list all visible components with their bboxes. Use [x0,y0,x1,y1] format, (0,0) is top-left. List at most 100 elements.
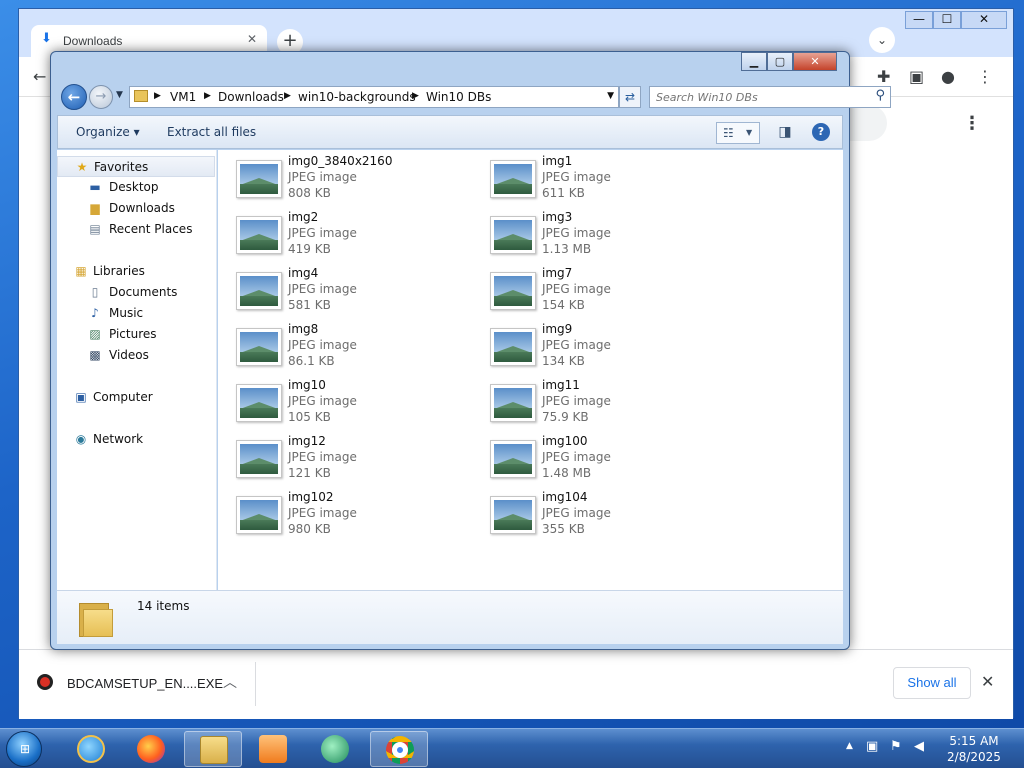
chrome-minimize-button[interactable]: — [905,11,933,29]
taskbar-windows-explorer[interactable] [184,731,242,767]
address-dropdown-icon[interactable]: ▼ [607,91,614,101]
taskbar-internet-explorer[interactable] [62,731,120,767]
extract-all-files-button[interactable]: Extract all files [167,125,256,139]
start-button[interactable]: ⊞ [6,731,42,767]
file-item[interactable]: img9 JPEG image 134 KB [490,322,740,374]
breadcrumb-arrow-icon[interactable]: ▶ [284,91,291,101]
file-item[interactable]: img1 JPEG image 611 KB [490,154,740,206]
file-size: 808 KB [288,186,331,200]
breadcrumb-downloads[interactable]: Downloads [218,90,284,104]
profile-avatar-icon[interactable]: ● [941,67,955,86]
downloads-menu-icon[interactable]: ⋮ [963,113,981,134]
nav-documents[interactable]: ▯ Documents [57,282,215,303]
file-item[interactable]: img8 JPEG image 86.1 KB [236,322,486,374]
breadcrumb-win10-dbs[interactable]: Win10 DBs [426,90,491,104]
breadcrumb-arrow-icon[interactable]: ▶ [204,91,211,101]
recent-places-icon: ▤ [89,222,101,236]
folder-icon [79,599,113,637]
file-name: img8 [288,322,319,336]
file-item[interactable]: img4 JPEG image 581 KB [236,266,486,318]
nav-pictures-label: Pictures [109,327,157,341]
back-arrow-icon[interactable]: ← [33,67,46,86]
refresh-button[interactable]: ⇄ [619,86,641,108]
explorer-minimize-button[interactable]: ▁ [741,52,767,71]
breadcrumb-win10-backgrounds[interactable]: win10-backgrounds [298,90,416,104]
organize-menu[interactable]: Organize ▾ [76,125,140,139]
item-count: 14 items [137,599,190,613]
change-view-button[interactable]: ☷ ▼ [716,122,760,144]
recent-pages-dropdown[interactable]: ▼ [116,90,123,100]
show-all-button[interactable]: Show all [893,667,971,699]
file-type: JPEG image [288,450,357,464]
file-item[interactable]: img11 JPEG image 75.9 KB [490,378,740,430]
help-button[interactable]: ? [812,123,830,141]
explorer-maximize-button[interactable]: ▢ [767,52,793,71]
file-size: 121 KB [288,466,331,480]
explorer-close-button[interactable]: ✕ [793,52,837,71]
breadcrumb-vm1[interactable]: VM1 [170,90,196,104]
nav-desktop[interactable]: ▬ Desktop [57,177,215,198]
file-type: JPEG image [288,506,357,520]
file-name: img1 [542,154,573,168]
chevron-up-icon[interactable]: ︿ [223,672,237,692]
image-thumbnail-icon [490,384,536,422]
download-shelf: BDCAMSETUP_EN....EXE ︿ Show all ✕ [19,649,1013,719]
show-hidden-icons-arrow[interactable]: ▲ [846,741,853,751]
search-box[interactable]: ⚲ [649,86,891,108]
nav-computer[interactable]: ▣ Computer [57,387,215,408]
taskbar-bdcam[interactable] [306,731,364,767]
nav-network[interactable]: ◉ Network [57,429,215,450]
side-panel-icon[interactable]: ▣ [909,67,924,86]
file-name: img4 [288,266,319,280]
file-item[interactable]: img102 JPEG image 980 KB [236,490,486,542]
folder-icon [134,90,148,102]
taskbar-clock[interactable]: 5:15 AM 2/8/2025 [934,733,1014,765]
file-name: img12 [288,434,326,448]
tab-search-button[interactable]: ⌄ [869,27,895,53]
breadcrumb-arrow-icon[interactable]: ▶ [154,91,161,101]
file-item[interactable]: img10 JPEG image 105 KB [236,378,486,430]
nav-favorites[interactable]: ★ Favorites [57,156,215,177]
chrome-close-button[interactable]: ✕ [961,11,1007,29]
file-item[interactable]: img7 JPEG image 154 KB [490,266,740,318]
nav-favorites-label: Favorites [94,160,149,174]
chrome-maximize-button[interactable]: ☐ [933,11,961,29]
volume-speaker-icon[interactable]: ◀ [914,739,924,754]
search-icon[interactable]: ⚲ [875,88,885,103]
file-item[interactable]: img100 JPEG image 1.48 MB [490,434,740,486]
back-button[interactable]: ← [61,84,87,110]
firefox-icon [137,735,165,763]
nav-libraries[interactable]: ▦ Libraries [57,261,215,282]
taskbar-media-player[interactable] [244,731,302,767]
file-item[interactable]: img2 JPEG image 419 KB [236,210,486,262]
shelf-close-icon[interactable]: ✕ [981,672,994,691]
nav-videos[interactable]: ▩ Videos [57,345,215,366]
taskbar-firefox[interactable] [122,731,180,767]
network-tray-icon[interactable]: ▣ [866,739,878,754]
breadcrumb-arrow-icon[interactable]: ▶ [412,91,419,101]
chrome-menu-icon[interactable]: ⋮ [977,67,993,86]
search-input[interactable] [656,89,866,105]
file-item[interactable]: img12 JPEG image 121 KB [236,434,486,486]
file-item[interactable]: img104 JPEG image 355 KB [490,490,740,542]
address-bar[interactable]: ▶ VM1 ▶ Downloads ▶ win10-backgrounds ▶ … [129,86,619,108]
file-item[interactable]: img0_3840x2160 JPEG image 808 KB [236,154,486,206]
internet-explorer-icon [77,735,105,763]
nav-pictures[interactable]: ▨ Pictures [57,324,215,345]
preview-pane-button[interactable]: ◨ [774,122,796,144]
taskbar-chrome[interactable] [370,731,428,767]
action-center-flag-icon[interactable]: ⚑ [890,739,902,754]
nav-recent-places[interactable]: ▤ Recent Places [57,219,215,240]
nav-music[interactable]: ♪ Music [57,303,215,324]
file-name: img100 [542,434,588,448]
image-thumbnail-icon [236,384,282,422]
file-size: 980 KB [288,522,331,536]
file-item[interactable]: img3 JPEG image 1.13 MB [490,210,740,262]
forward-button[interactable]: → [89,85,113,109]
tab-close-icon[interactable]: ✕ [247,32,257,46]
command-bar: Organize ▾ Extract all files ☷ ▼ ◨ ? [57,115,843,149]
extensions-puzzle-icon[interactable]: ✚ [877,67,890,86]
download-file-name[interactable]: BDCAMSETUP_EN....EXE [67,676,223,691]
image-thumbnail-icon [490,160,536,198]
nav-downloads[interactable]: ▆ Downloads [57,198,215,219]
